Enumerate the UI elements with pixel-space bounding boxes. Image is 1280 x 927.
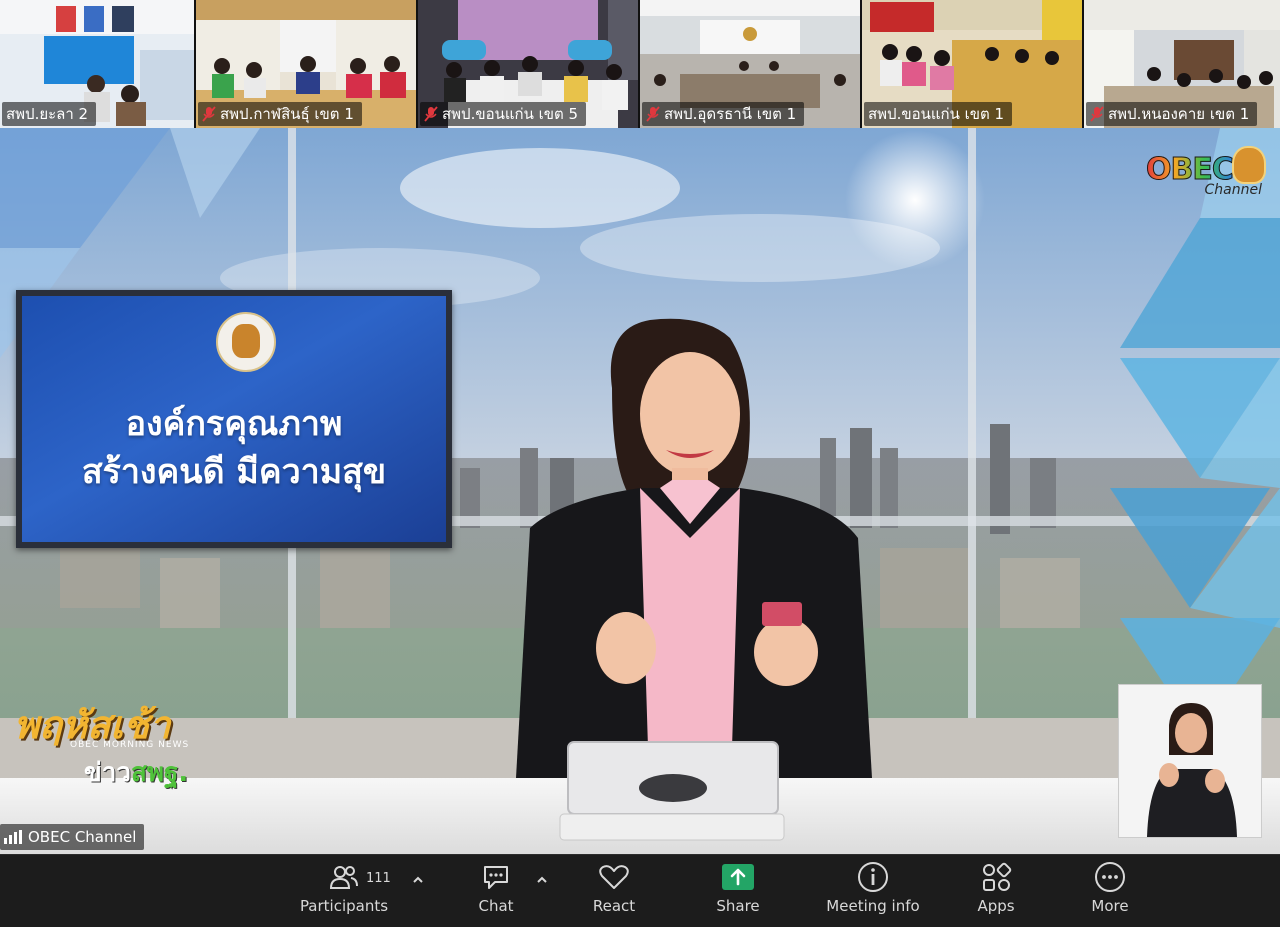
- share-screen-icon: [722, 864, 754, 890]
- channel-logo-sub: Channel: [1204, 182, 1262, 198]
- mic-muted-icon: [1090, 106, 1104, 122]
- participant-tile[interactable]: สพป.ขอนแก่น เขต 5: [418, 0, 640, 128]
- participant-name: สพป.ยะลา 2: [6, 105, 89, 123]
- participant-tile[interactable]: สพป.อุดรธานี เขต 1: [640, 0, 862, 128]
- participant-name-label: สพป.ขอนแก่น เขต 5: [420, 102, 587, 126]
- headline-panel: องค์กรคุณภาพ สร้างคนดี มีความสุข: [22, 296, 446, 542]
- participants-icon: [329, 866, 358, 889]
- participant-name-label: สพป.หนองคาย เขต 1: [1086, 102, 1258, 126]
- share-button[interactable]: Share: [698, 855, 778, 927]
- participants-chevron-up-icon[interactable]: [412, 875, 424, 885]
- info-icon: [858, 862, 888, 892]
- participant-name: สพป.กาฬสินธุ์ เขต 1: [220, 105, 354, 123]
- react-button[interactable]: React: [574, 855, 654, 927]
- sign-language-interpreter: [1118, 684, 1262, 838]
- mic-muted-icon: [646, 106, 660, 122]
- participant-name-label: สพป.ขอนแก่น เขต 1: [864, 102, 1013, 126]
- chat-icon: [484, 866, 508, 889]
- news-brand: สพฐ.: [130, 758, 189, 788]
- active-speaker-video[interactable]: องค์กรคุณภาพ สร้างคนดี มีความสุข OBEC Ch…: [0, 128, 1280, 854]
- participant-gallery: สพป.ยะลา 2 สพป.กาฬสินธุ์ เขต 1 สพป.ขอนแก…: [0, 0, 1280, 128]
- participants-button[interactable]: Participants: [296, 855, 392, 927]
- headline-board: องค์กรคุณภาพ สร้างคนดี มีความสุข: [16, 290, 452, 548]
- heart-icon: [599, 865, 629, 889]
- show-logo-subtitle: OBEC MORNING NEWS: [70, 740, 190, 750]
- meeting-info-label: Meeting info: [826, 897, 920, 915]
- chat-chevron-up-icon[interactable]: [536, 875, 548, 885]
- react-label: React: [592, 897, 636, 915]
- chat-button[interactable]: Chat: [456, 855, 536, 927]
- active-speaker-name-label: OBEC Channel: [0, 824, 145, 850]
- participant-name: สพป.หนองคาย เขต 1: [1108, 105, 1250, 123]
- mic-muted-icon: [202, 106, 216, 122]
- participant-tile[interactable]: สพป.ยะลา 2: [0, 0, 196, 128]
- participant-name-label: สพป.กาฬสินธุ์ เขต 1: [198, 102, 362, 126]
- news-prefix: ข่าว: [84, 758, 131, 788]
- meeting-toolbar: Participants 111 Chat React Share Meetin…: [0, 854, 1280, 927]
- apps-label: Apps: [977, 897, 1015, 915]
- participant-name: สพป.อุดรธานี เขต 1: [664, 105, 797, 123]
- signal-strength-icon: [4, 830, 22, 844]
- participant-tile[interactable]: สพป.ขอนแก่น เขต 1: [862, 0, 1084, 128]
- participant-name-label: สพป.ยะลา 2: [2, 102, 97, 126]
- more-icon: [1095, 862, 1125, 892]
- zoom-meeting-window: สพป.ยะลา 2 สพป.กาฬสินธุ์ เขต 1 สพป.ขอนแก…: [0, 0, 1280, 927]
- obec-channel-logo: OBEC Channel: [1146, 146, 1266, 206]
- show-logo-news: ข่าวสพฐ.: [84, 752, 188, 793]
- apps-icon: [983, 862, 1012, 891]
- participants-label: Participants: [299, 897, 389, 915]
- share-label: Share: [716, 897, 760, 915]
- obec-seal-icon: [216, 312, 276, 372]
- chat-label: Chat: [478, 897, 514, 915]
- participant-name-label: สพป.อุดรธานี เขต 1: [642, 102, 805, 126]
- headline-line-1: องค์กรคุณภาพ: [125, 404, 343, 444]
- participant-name: สพป.ขอนแก่น เขต 5: [442, 105, 579, 123]
- active-speaker-name: OBEC Channel: [28, 828, 137, 846]
- more-button[interactable]: More: [1070, 855, 1150, 927]
- participant-tile[interactable]: สพป.หนองคาย เขต 1: [1084, 0, 1280, 128]
- participant-name: สพป.ขอนแก่น เขต 1: [868, 105, 1005, 123]
- apps-button[interactable]: Apps: [956, 855, 1036, 927]
- mic-muted-icon: [424, 106, 438, 122]
- meeting-info-button[interactable]: Meeting info: [818, 855, 928, 927]
- obec-emblem-icon: [1232, 146, 1266, 184]
- more-label: More: [1091, 897, 1129, 915]
- participants-count: 111: [366, 871, 391, 886]
- participant-tile[interactable]: สพป.กาฬสินธุ์ เขต 1: [196, 0, 418, 128]
- show-logo: พฤหัสเช้า OBEC MORNING NEWS ข่าวสพฐ.: [14, 694, 234, 794]
- headline-line-2: สร้างคนดี มีความสุข: [81, 452, 387, 492]
- interpreter-video: [1119, 685, 1261, 837]
